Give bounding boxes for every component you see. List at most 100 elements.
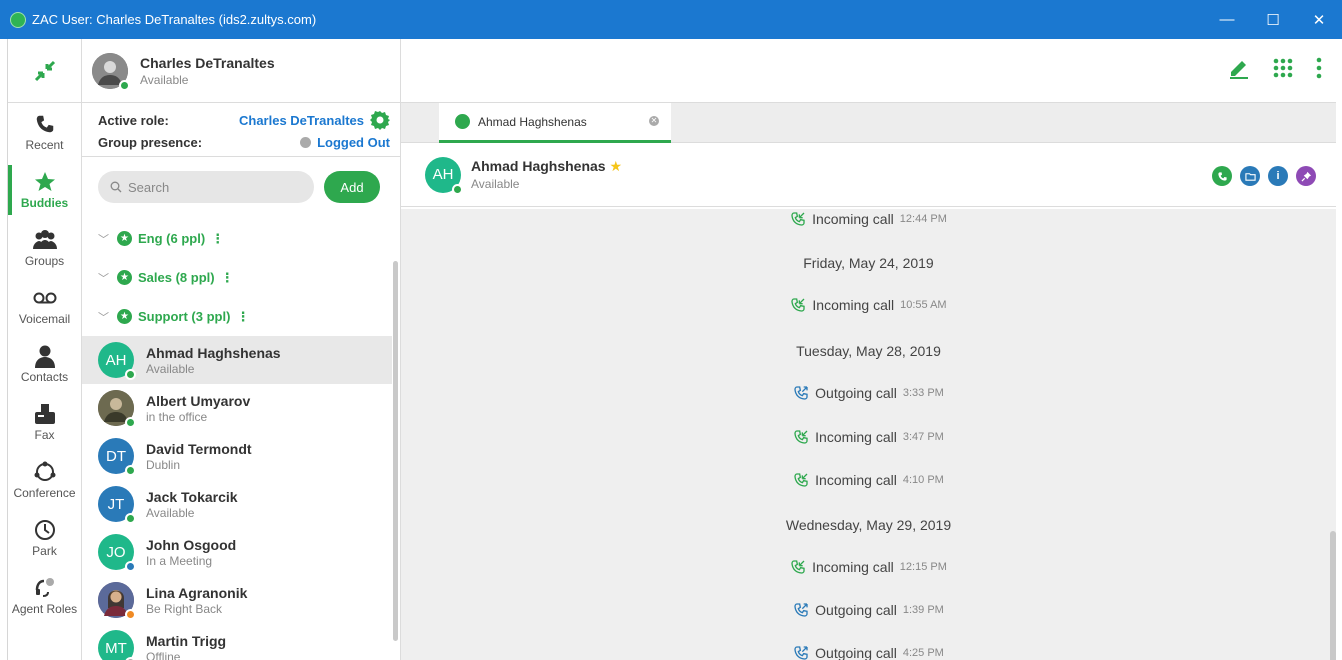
star-badge-icon: ★ xyxy=(117,231,132,246)
group-label: Support (3 ppl) xyxy=(138,309,231,324)
presence-dot xyxy=(455,114,470,129)
group-support[interactable]: ﹀ ★ Support (3 ppl) ⋮ xyxy=(82,297,392,336)
history-scrollbar[interactable] xyxy=(1330,531,1336,660)
search-icon xyxy=(110,181,122,193)
nav-conference[interactable]: Conference xyxy=(8,451,81,509)
nav-park[interactable]: Park xyxy=(8,509,81,567)
minimize-button[interactable]: — xyxy=(1204,0,1250,39)
nav-groups[interactable]: Groups xyxy=(8,219,81,277)
current-user-header[interactable]: Charles DeTranaltes Available xyxy=(82,39,400,103)
conference-icon xyxy=(33,460,57,484)
group-presence-value[interactable]: Logged Out xyxy=(300,135,390,150)
avatar: DT xyxy=(98,438,136,476)
more-options-icon[interactable]: ⋮ xyxy=(221,270,234,286)
group-sales[interactable]: ﹀ ★ Sales (8 ppl) ⋮ xyxy=(82,258,392,297)
nav-label-voicemail: Voicemail xyxy=(18,312,71,326)
history-date: Wednesday, May 29, 2019 xyxy=(785,517,952,533)
nav-fax[interactable]: Fax xyxy=(8,393,81,451)
nav-label-agent-roles: Agent Roles xyxy=(11,602,78,616)
list-item[interactable]: AH Ahmad Haghshenas Available xyxy=(82,336,392,384)
call-time: 12:44 PM xyxy=(899,213,947,225)
main-toolbar xyxy=(401,39,1336,103)
history-call-item[interactable]: Incoming call 12:44 PM xyxy=(401,211,1336,227)
history-call-item[interactable]: Incoming call 12:15 PM xyxy=(401,559,1336,575)
call-time: 10:55 AM xyxy=(900,299,947,311)
buddy-list: ﹀ ★ Eng (6 ppl) ⋮ ﹀ ★ Sales (8 ppl) ⋮ ﹀ … xyxy=(82,219,392,660)
close-button[interactable]: ✕ xyxy=(1296,0,1342,39)
collapse-button[interactable] xyxy=(8,39,81,103)
history-call-item[interactable]: Outgoing call 1:39 PM xyxy=(401,602,1336,618)
outgoing-call-icon xyxy=(794,646,808,660)
title-bar: ZAC User: Charles DeTranaltes (ids2.zult… xyxy=(0,0,1342,39)
call-button[interactable] xyxy=(1212,166,1232,186)
presence-dot xyxy=(125,513,136,524)
collapse-arrows-icon xyxy=(34,60,55,81)
presence-dot xyxy=(119,79,130,91)
buddy-status: In a Meeting xyxy=(146,553,213,568)
nav-label-park: Park xyxy=(32,544,57,558)
chevron-down-icon[interactable]: ﹀ xyxy=(98,270,109,286)
avatar: JO xyxy=(98,534,136,572)
compose-icon[interactable] xyxy=(1228,57,1250,79)
buddy-name: Ahmad Haghshenas xyxy=(146,344,281,361)
add-button[interactable]: Add xyxy=(324,171,380,203)
buddy-name: John Osgood xyxy=(146,536,237,553)
tab-label: Ahmad Haghshenas xyxy=(478,114,587,129)
history-call-item[interactable]: Outgoing call 4:25 PM xyxy=(401,645,1336,660)
maximize-button[interactable]: ☐ xyxy=(1250,0,1296,39)
list-item[interactable]: Albert Umyarov in the office xyxy=(82,384,392,432)
contact-status: Available xyxy=(471,177,520,191)
left-nav: Recent Buddies Groups Voicemail Contacts xyxy=(8,39,82,660)
nav-label-recent: Recent xyxy=(25,138,64,152)
pin-button[interactable] xyxy=(1296,166,1316,186)
history-call-item[interactable]: Incoming call 10:55 AM xyxy=(401,297,1336,313)
nav-buddies[interactable]: Buddies xyxy=(8,161,81,219)
active-role-value[interactable]: Charles DeTranaltes xyxy=(239,110,390,130)
call-label: Incoming call xyxy=(815,429,897,445)
close-tab-icon[interactable]: ✕ xyxy=(649,116,659,126)
more-vertical-icon[interactable] xyxy=(1316,57,1322,79)
call-time: 1:39 PM xyxy=(902,604,944,616)
file-transfer-button[interactable] xyxy=(1240,166,1260,186)
tab-conversation[interactable]: Ahmad Haghshenas ✕ xyxy=(439,103,671,143)
incoming-call-icon xyxy=(791,560,805,574)
nav-agent-roles[interactable]: Agent Roles xyxy=(8,567,81,625)
avatar xyxy=(92,52,130,91)
history-call-item[interactable]: Incoming call 3:47 PM xyxy=(401,429,1336,445)
role-box: Active role: Charles DeTranaltes Group p… xyxy=(82,103,400,157)
buddy-name: Lina Agranonik xyxy=(146,584,248,601)
search-input[interactable]: Search xyxy=(98,171,314,203)
avatar[interactable]: AH xyxy=(425,156,463,195)
gear-icon[interactable] xyxy=(370,110,390,130)
list-item[interactable]: MT Martin Trigg Offline xyxy=(82,624,392,660)
group-eng[interactable]: ﹀ ★ Eng (6 ppl) ⋮ xyxy=(82,219,392,258)
nav-contacts[interactable]: Contacts xyxy=(8,335,81,393)
nav-recent[interactable]: Recent xyxy=(8,103,81,161)
conversation-area: Ahmad Haghshenas ✕ AH Ahmad Haghshenas ★… xyxy=(401,39,1336,660)
buddy-status: Dublin xyxy=(146,457,181,472)
avatar-initials: JT xyxy=(107,495,125,513)
more-options-icon[interactable]: ⋮ xyxy=(236,309,249,325)
active-role-name: Charles DeTranaltes xyxy=(238,112,364,128)
buddy-list-scrollbar[interactable] xyxy=(393,261,398,641)
call-time: 3:47 PM xyxy=(902,431,944,443)
list-item[interactable]: Lina Agranonik Be Right Back xyxy=(82,576,392,624)
active-role-label: Active role: xyxy=(98,112,169,128)
nav-label-buddies: Buddies xyxy=(20,196,69,210)
history-call-item[interactable]: Incoming call 4:10 PM xyxy=(401,472,1336,488)
list-item[interactable]: JO John Osgood In a Meeting xyxy=(82,528,392,576)
chevron-down-icon[interactable]: ﹀ xyxy=(98,309,109,325)
dialpad-icon[interactable] xyxy=(1272,57,1294,79)
list-item[interactable]: JT Jack Tokarcik Available xyxy=(82,480,392,528)
favorite-star-icon[interactable]: ★ xyxy=(609,158,622,174)
clock-icon xyxy=(33,518,57,542)
info-button[interactable]: i xyxy=(1268,166,1288,186)
more-options-icon[interactable]: ⋮ xyxy=(211,231,224,247)
group-presence-status: Logged Out xyxy=(317,134,390,150)
list-item[interactable]: DT David Termondt Dublin xyxy=(82,432,392,480)
nav-voicemail[interactable]: Voicemail xyxy=(8,277,81,335)
history-call-item[interactable]: Outgoing call 3:33 PM xyxy=(401,385,1336,401)
chevron-down-icon[interactable]: ﹀ xyxy=(98,231,109,247)
presence-dot xyxy=(125,417,136,428)
person-icon xyxy=(34,344,56,368)
